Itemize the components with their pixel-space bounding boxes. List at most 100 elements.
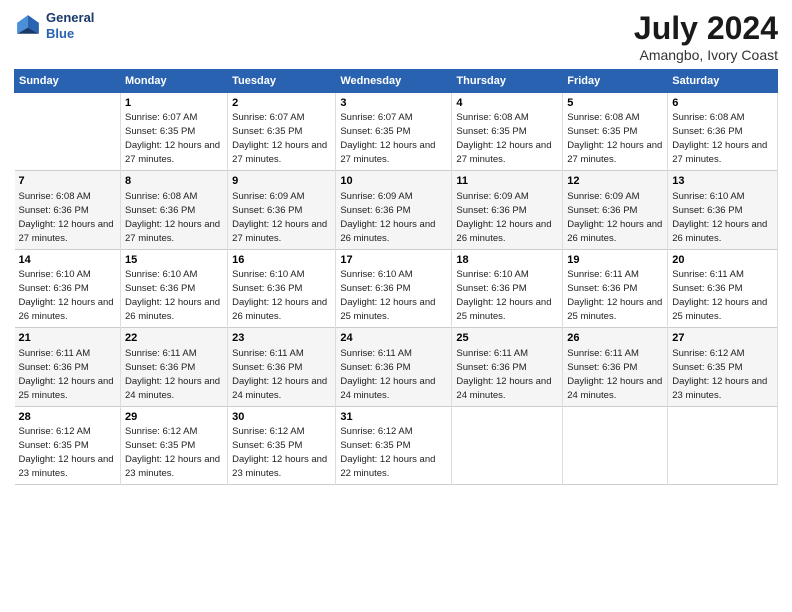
cell-info: Sunrise: 6:11 AMSunset: 6:36 PMDaylight:… <box>125 348 220 401</box>
cell-info: Sunrise: 6:10 AMSunset: 6:36 PMDaylight:… <box>19 269 114 322</box>
day-number: 31 <box>340 410 447 425</box>
cell-info: Sunrise: 6:07 AMSunset: 6:35 PMDaylight:… <box>125 112 220 165</box>
day-number: 25 <box>456 331 558 346</box>
table-row: 22 Sunrise: 6:11 AMSunset: 6:36 PMDaylig… <box>121 328 228 406</box>
cell-info: Sunrise: 6:10 AMSunset: 6:36 PMDaylight:… <box>125 269 220 322</box>
table-row: 20 Sunrise: 6:11 AMSunset: 6:36 PMDaylig… <box>668 249 778 327</box>
table-row: 16 Sunrise: 6:10 AMSunset: 6:36 PMDaylig… <box>228 249 336 327</box>
table-row: 18 Sunrise: 6:10 AMSunset: 6:36 PMDaylig… <box>452 249 563 327</box>
day-number: 19 <box>567 253 663 268</box>
cell-info: Sunrise: 6:11 AMSunset: 6:36 PMDaylight:… <box>567 269 662 322</box>
logo-text: General Blue <box>46 10 94 41</box>
table-row: 9 Sunrise: 6:09 AMSunset: 6:36 PMDayligh… <box>228 171 336 249</box>
calendar-body: 1 Sunrise: 6:07 AMSunset: 6:35 PMDayligh… <box>15 93 778 485</box>
cell-info: Sunrise: 6:12 AMSunset: 6:35 PMDaylight:… <box>125 426 220 479</box>
day-number: 22 <box>125 331 223 346</box>
cell-info: Sunrise: 6:11 AMSunset: 6:36 PMDaylight:… <box>232 348 327 401</box>
cell-info: Sunrise: 6:08 AMSunset: 6:36 PMDaylight:… <box>125 191 220 244</box>
table-row: 27 Sunrise: 6:12 AMSunset: 6:35 PMDaylig… <box>668 328 778 406</box>
title-block: July 2024 Amangbo, Ivory Coast <box>634 10 778 63</box>
day-number: 4 <box>456 96 558 111</box>
calendar-week-row: 14 Sunrise: 6:10 AMSunset: 6:36 PMDaylig… <box>15 249 778 327</box>
day-number: 6 <box>672 96 773 111</box>
cell-info: Sunrise: 6:09 AMSunset: 6:36 PMDaylight:… <box>232 191 327 244</box>
header: General Blue July 2024 Amangbo, Ivory Co… <box>14 10 778 63</box>
day-number: 28 <box>19 410 117 425</box>
calendar-table: Sunday Monday Tuesday Wednesday Thursday… <box>14 69 778 485</box>
table-row <box>15 93 121 171</box>
day-number: 15 <box>125 253 223 268</box>
table-row: 23 Sunrise: 6:11 AMSunset: 6:36 PMDaylig… <box>228 328 336 406</box>
col-tuesday: Tuesday <box>228 70 336 93</box>
day-number: 16 <box>232 253 331 268</box>
table-row: 8 Sunrise: 6:08 AMSunset: 6:36 PMDayligh… <box>121 171 228 249</box>
col-wednesday: Wednesday <box>336 70 452 93</box>
table-row: 11 Sunrise: 6:09 AMSunset: 6:36 PMDaylig… <box>452 171 563 249</box>
cell-info: Sunrise: 6:11 AMSunset: 6:36 PMDaylight:… <box>672 269 767 322</box>
table-row: 2 Sunrise: 6:07 AMSunset: 6:35 PMDayligh… <box>228 93 336 171</box>
table-row: 30 Sunrise: 6:12 AMSunset: 6:35 PMDaylig… <box>228 406 336 484</box>
cell-info: Sunrise: 6:10 AMSunset: 6:36 PMDaylight:… <box>232 269 327 322</box>
cell-info: Sunrise: 6:12 AMSunset: 6:35 PMDaylight:… <box>340 426 435 479</box>
col-saturday: Saturday <box>668 70 778 93</box>
calendar-week-row: 1 Sunrise: 6:07 AMSunset: 6:35 PMDayligh… <box>15 93 778 171</box>
cell-info: Sunrise: 6:10 AMSunset: 6:36 PMDaylight:… <box>340 269 435 322</box>
day-number: 27 <box>672 331 773 346</box>
cell-info: Sunrise: 6:11 AMSunset: 6:36 PMDaylight:… <box>19 348 114 401</box>
day-number: 8 <box>125 174 223 189</box>
table-row: 31 Sunrise: 6:12 AMSunset: 6:35 PMDaylig… <box>336 406 452 484</box>
day-number: 13 <box>672 174 773 189</box>
calendar-week-row: 28 Sunrise: 6:12 AMSunset: 6:35 PMDaylig… <box>15 406 778 484</box>
day-number: 7 <box>19 174 117 189</box>
cell-info: Sunrise: 6:09 AMSunset: 6:36 PMDaylight:… <box>567 191 662 244</box>
day-number: 11 <box>456 174 558 189</box>
cell-info: Sunrise: 6:11 AMSunset: 6:36 PMDaylight:… <box>456 348 551 401</box>
table-row <box>668 406 778 484</box>
day-number: 12 <box>567 174 663 189</box>
day-number: 5 <box>567 96 663 111</box>
cell-info: Sunrise: 6:11 AMSunset: 6:36 PMDaylight:… <box>340 348 435 401</box>
day-number: 20 <box>672 253 773 268</box>
table-row: 28 Sunrise: 6:12 AMSunset: 6:35 PMDaylig… <box>15 406 121 484</box>
day-number: 23 <box>232 331 331 346</box>
table-row <box>452 406 563 484</box>
cell-info: Sunrise: 6:08 AMSunset: 6:35 PMDaylight:… <box>456 112 551 165</box>
cell-info: Sunrise: 6:08 AMSunset: 6:35 PMDaylight:… <box>567 112 662 165</box>
table-row: 26 Sunrise: 6:11 AMSunset: 6:36 PMDaylig… <box>563 328 668 406</box>
col-thursday: Thursday <box>452 70 563 93</box>
day-number: 26 <box>567 331 663 346</box>
day-number: 10 <box>340 174 447 189</box>
day-number: 14 <box>19 253 117 268</box>
day-number: 29 <box>125 410 223 425</box>
day-number: 17 <box>340 253 447 268</box>
cell-info: Sunrise: 6:07 AMSunset: 6:35 PMDaylight:… <box>232 112 327 165</box>
table-row: 5 Sunrise: 6:08 AMSunset: 6:35 PMDayligh… <box>563 93 668 171</box>
table-row: 15 Sunrise: 6:10 AMSunset: 6:36 PMDaylig… <box>121 249 228 327</box>
cell-info: Sunrise: 6:09 AMSunset: 6:36 PMDaylight:… <box>456 191 551 244</box>
main-title: July 2024 <box>634 10 778 47</box>
cell-info: Sunrise: 6:10 AMSunset: 6:36 PMDaylight:… <box>672 191 767 244</box>
table-row: 25 Sunrise: 6:11 AMSunset: 6:36 PMDaylig… <box>452 328 563 406</box>
day-number: 30 <box>232 410 331 425</box>
logo: General Blue <box>14 10 94 41</box>
page-container: General Blue July 2024 Amangbo, Ivory Co… <box>0 0 792 495</box>
cell-info: Sunrise: 6:07 AMSunset: 6:35 PMDaylight:… <box>340 112 435 165</box>
day-number: 21 <box>19 331 117 346</box>
table-row: 17 Sunrise: 6:10 AMSunset: 6:36 PMDaylig… <box>336 249 452 327</box>
calendar-header-row: Sunday Monday Tuesday Wednesday Thursday… <box>15 70 778 93</box>
cell-info: Sunrise: 6:11 AMSunset: 6:36 PMDaylight:… <box>567 348 662 401</box>
day-number: 24 <box>340 331 447 346</box>
table-row <box>563 406 668 484</box>
table-row: 21 Sunrise: 6:11 AMSunset: 6:36 PMDaylig… <box>15 328 121 406</box>
day-number: 18 <box>456 253 558 268</box>
table-row: 12 Sunrise: 6:09 AMSunset: 6:36 PMDaylig… <box>563 171 668 249</box>
day-number: 1 <box>125 96 223 111</box>
logo-icon <box>14 12 42 40</box>
cell-info: Sunrise: 6:08 AMSunset: 6:36 PMDaylight:… <box>19 191 114 244</box>
table-row: 19 Sunrise: 6:11 AMSunset: 6:36 PMDaylig… <box>563 249 668 327</box>
table-row: 4 Sunrise: 6:08 AMSunset: 6:35 PMDayligh… <box>452 93 563 171</box>
table-row: 6 Sunrise: 6:08 AMSunset: 6:36 PMDayligh… <box>668 93 778 171</box>
day-number: 2 <box>232 96 331 111</box>
table-row: 24 Sunrise: 6:11 AMSunset: 6:36 PMDaylig… <box>336 328 452 406</box>
cell-info: Sunrise: 6:12 AMSunset: 6:35 PMDaylight:… <box>232 426 327 479</box>
